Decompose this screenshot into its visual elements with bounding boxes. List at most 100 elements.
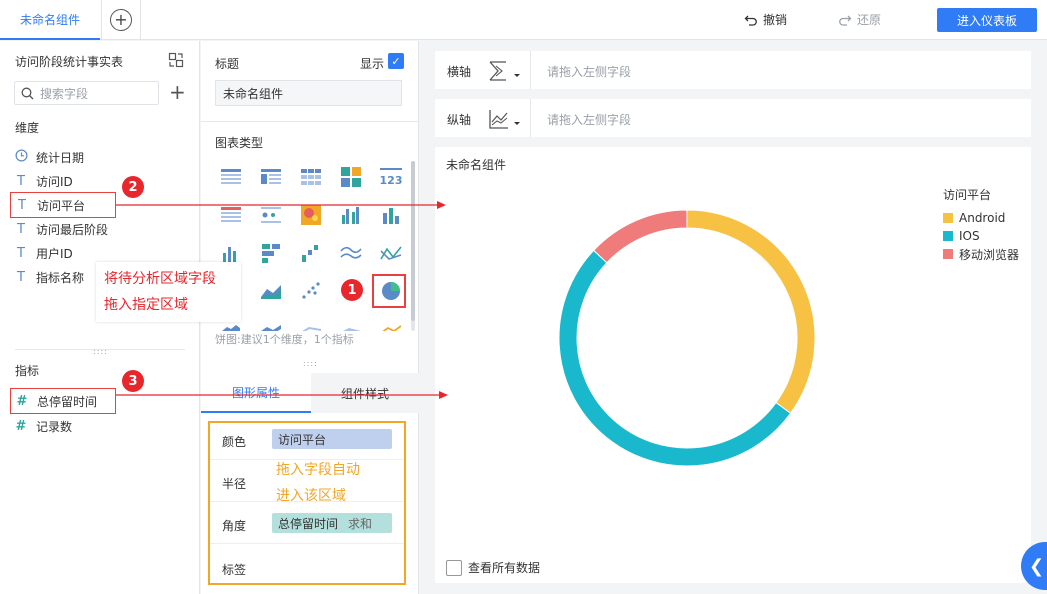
donut-slice-2[interactable] [592,209,688,264]
top-bar: 未命名组件 + 撤销 还原 进入仪表板 [0,0,1047,40]
donut-slice-0[interactable] [686,209,816,414]
field-label: 访问最后阶段 [36,222,109,237]
view-all-checkbox[interactable] [446,559,462,576]
flow-line-icon[interactable] [299,317,323,331]
chart-canvas: 未命名组件 访问平台 Android IOS 移动浏览器 查看所有数据 [435,147,1031,583]
search-icon [21,87,34,99]
field-date[interactable]: 统计日期 [14,147,84,167]
waterfall-icon[interactable] [299,241,323,265]
x-axis-dropzone[interactable]: 横轴 请拖入左侧字段 [435,51,1031,89]
tab-component-style[interactable]: 组件样式 [311,373,419,413]
legend-swatch [943,213,953,223]
field-user-id[interactable]: T 用户ID [14,243,73,263]
hint-auto-drop-line2: 进入该区域 [276,488,346,504]
x-axis-label: 横轴 [447,65,472,79]
redo-icon [839,15,852,26]
switch-dataset-icon[interactable] [168,52,184,71]
legend-label: 移动浏览器 [959,247,1020,262]
field-visit-id[interactable]: T 访问ID [14,171,73,191]
radius-label: 半径 [222,477,247,491]
text-type-icon: T [17,173,25,189]
y-axis-dropzone[interactable]: 纵轴 请拖入左侧字段 [435,99,1031,137]
label-label: 标签 [222,563,247,577]
donut-slice-1[interactable] [558,249,792,467]
search-field[interactable]: 搜索字段 [14,81,159,105]
range-area-icon[interactable] [259,317,283,331]
hint-auto-drop-line1: 拖入字段自动 [276,462,360,478]
redo-button[interactable]: 还原 [838,11,881,28]
callout-line: 将待分析区域字段 [104,271,216,287]
legend-swatch [943,231,953,241]
angle-field-pill[interactable]: 总停留时间 求和 [272,513,392,533]
add-tab-button[interactable]: + [101,0,141,40]
view-all-data-toggle[interactable]: 查看所有数据 [446,559,540,576]
field-metric-name[interactable]: T 指标名称 [14,267,84,287]
legend-item[interactable]: Android [943,209,1019,227]
field-label: 访问ID [36,174,73,189]
dot-table-icon[interactable] [259,203,283,227]
redo-label: 还原 [857,13,882,27]
undo-icon [744,15,757,26]
step-badge-3: 3 [122,370,144,392]
table-icon[interactable] [219,165,243,189]
divider [530,99,531,137]
step-badge-1: 1 [341,279,363,301]
legend-item[interactable]: IOS [943,227,1019,245]
title-input[interactable]: 未命名组件 [215,80,402,106]
field-label: 指标名称 [36,270,85,285]
add-field-button[interactable]: + [169,81,186,103]
heatmap-icon[interactable] [299,203,323,227]
step-badge-2: 2 [122,176,144,198]
x-axis-placeholder: 请拖入左侧字段 [547,65,632,79]
undo-button[interactable]: 撤销 [744,11,787,28]
field-record-count[interactable]: # 记录数 [14,416,72,436]
graph-properties-box: 颜色 访问平台 半径 角度 总停留时间 求和 标签 拖入字段自动 进入该区域 [208,421,406,585]
grouped-table-icon[interactable] [259,165,283,189]
chart-type-scrollbar[interactable] [411,161,415,331]
text-type-icon: T [17,245,25,261]
legend-label: Android [959,211,1006,225]
field-platform[interactable]: T 访问平台 [10,192,116,218]
y-axis-label: 纵轴 [447,113,472,127]
text-type-icon: T [18,197,26,213]
measure-label: 指标 [15,364,40,378]
field-label: 统计日期 [36,150,85,165]
detail-table-icon[interactable] [219,203,243,227]
field-total-stay[interactable]: # 总停留时间 [10,388,116,414]
bar-chart-icon[interactable] [379,203,403,227]
tab-component[interactable]: 未命名组件 [0,0,100,40]
heat-table-icon[interactable] [339,165,363,189]
axis-type-icon[interactable] [488,60,522,82]
legend-item[interactable]: 移动浏览器 [943,245,1019,263]
combo-chart-icon[interactable] [379,317,403,331]
field-label: 用户ID [36,246,73,261]
number-type-icon: # [16,393,28,409]
enter-dashboard-button[interactable]: 进入仪表板 [937,8,1037,32]
stacked-bar-icon[interactable] [259,241,283,265]
area-chart-icon[interactable] [259,279,283,303]
show-title-checkbox[interactable]: ✓ [388,53,404,69]
kpi-number-icon[interactable]: 123 [379,165,403,189]
cross-table-icon[interactable] [299,165,323,189]
title-label: 标题 [215,57,240,71]
tab-graph-properties[interactable]: 图形属性 [201,373,311,413]
divider [201,121,419,122]
resize-handle[interactable]: :::: [303,359,318,368]
field-last-stage[interactable]: T 访问最后阶段 [14,219,108,239]
grouped-bar-icon[interactable] [339,203,363,227]
divider [530,51,531,89]
instruction-callout: 将待分析区域字段 拖入指定区域 [96,262,241,322]
scatter-icon[interactable] [299,279,323,303]
axis-type-icon[interactable] [488,108,522,130]
scrollbar-thumb[interactable] [411,161,415,321]
multi-line-icon[interactable] [379,241,403,265]
plus-icon: + [110,9,132,31]
line-chart-icon[interactable] [339,241,363,265]
color-field-pill[interactable]: 访问平台 [272,429,392,449]
svg-text:123: 123 [380,174,403,187]
text-type-icon: T [17,221,25,237]
trend-area-icon[interactable] [339,317,363,331]
chevron-left-icon: ❮ [1029,555,1045,577]
show-label: 显示 [360,57,385,71]
undo-label: 撤销 [763,13,788,27]
